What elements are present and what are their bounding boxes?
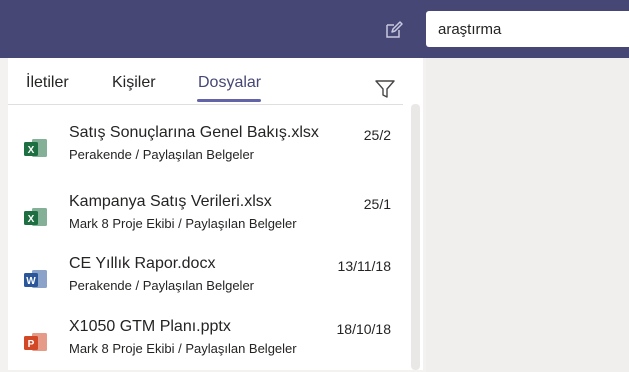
- excel-icon: X: [24, 208, 47, 226]
- tab-messages[interactable]: İletiler: [26, 74, 69, 92]
- file-location: Mark 8 Proje Ekibi / Paylaşılan Belgeler: [69, 341, 297, 356]
- file-date: 25/2: [363, 127, 391, 143]
- content-area: [426, 58, 629, 372]
- svg-text:W: W: [26, 276, 36, 287]
- file-date: 13/11/18: [337, 258, 391, 274]
- compose-icon[interactable]: [384, 20, 404, 40]
- file-location: Perakende / Paylaşılan Belgeler: [69, 278, 255, 293]
- file-location: Perakende / Paylaşılan Belgeler: [69, 147, 255, 162]
- file-row[interactable]: P X1050 GTM Planı.pptx Mark 8 Proje Ekibi …: [8, 315, 403, 369]
- tab-bar: İletiler Kişiler Dosyalar: [8, 58, 403, 105]
- file-row[interactable]: W CE Yıllık Rapor.docx Perakende / Paylaşı…: [8, 252, 403, 306]
- scrollbar[interactable]: [411, 104, 420, 370]
- filter-icon[interactable]: [374, 78, 396, 100]
- file-date: 18/10/18: [336, 321, 392, 337]
- search-value: araştırma: [438, 20, 502, 38]
- file-name: X1050 GTM Planı.pptx: [69, 318, 231, 335]
- app-header: araştırma: [0, 0, 629, 58]
- file-name: Kampanya Satış Verileri.xlsx: [69, 193, 272, 210]
- tab-people[interactable]: Kişiler: [112, 74, 156, 92]
- svg-text:X: X: [28, 145, 35, 156]
- file-row[interactable]: X Satış Sonuçlarına Genel Bakış.xlsx Perak…: [8, 121, 403, 175]
- search-input[interactable]: araştırma: [426, 11, 629, 47]
- file-name: CE Yıllık Rapor.docx: [69, 255, 216, 272]
- word-icon: W: [24, 270, 47, 288]
- file-row[interactable]: X Kampanya Satış Verileri.xlsx Mark 8 Proj…: [8, 190, 403, 244]
- file-location: Mark 8 Proje Ekibi / Paylaşılan Belgeler: [69, 216, 297, 231]
- file-name: Satış Sonuçlarına Genel Bakış.xlsx: [69, 124, 319, 141]
- tab-files[interactable]: Dosyalar: [198, 74, 261, 92]
- svg-text:P: P: [28, 339, 35, 350]
- excel-icon: X: [24, 139, 47, 157]
- active-tab-indicator: [197, 99, 261, 102]
- svg-text:X: X: [28, 214, 35, 225]
- search-results-panel: İletiler Kişiler Dosyalar X Satış Sonuçla…: [8, 58, 423, 370]
- powerpoint-icon: P: [24, 333, 47, 351]
- file-date: 25/1: [363, 196, 391, 212]
